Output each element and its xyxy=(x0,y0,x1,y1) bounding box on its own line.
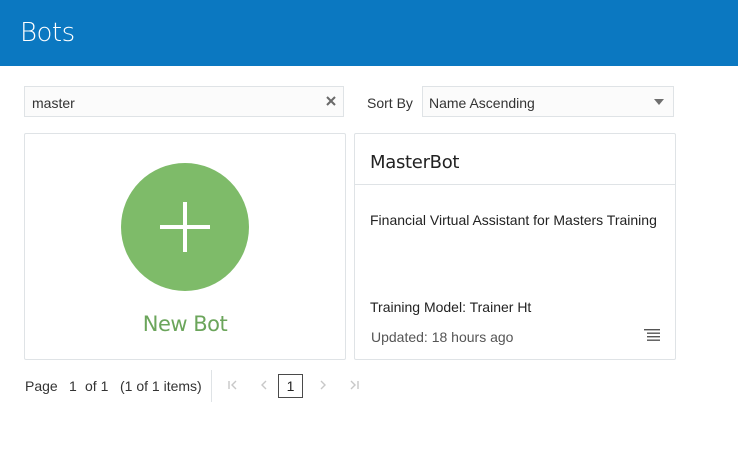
new-bot-card[interactable]: New Bot xyxy=(24,133,346,360)
page-count: of 1 xyxy=(85,378,109,394)
page-label: Page xyxy=(25,378,58,394)
bot-updated: Updated: 18 hours ago xyxy=(371,329,514,345)
current-page: 1 xyxy=(69,378,77,394)
card-divider xyxy=(355,184,675,185)
bot-card[interactable]: MasterBot Financial Virtual Assistant fo… xyxy=(354,133,676,360)
app-header: Bots xyxy=(0,0,738,66)
items-summary: (1 of 1 items) xyxy=(120,378,202,394)
page-button-1[interactable]: 1 xyxy=(278,374,303,398)
plus-icon[interactable] xyxy=(121,163,249,291)
close-icon[interactable] xyxy=(324,94,338,108)
bot-description: Financial Virtual Assistant for Masters … xyxy=(370,212,657,228)
page-title: Bots xyxy=(20,18,75,48)
new-bot-label: New Bot xyxy=(142,312,228,336)
search-field[interactable] xyxy=(24,86,344,118)
sort-by-select[interactable]: Name Ascending xyxy=(422,86,674,117)
bot-training-model: Training Model: Trainer Ht xyxy=(370,299,532,315)
pager-divider xyxy=(211,370,212,402)
search-input[interactable] xyxy=(30,87,324,118)
first-page-icon[interactable] xyxy=(227,379,239,391)
pagination: Page 1 of 1 (1 of 1 items) 1 xyxy=(0,370,738,404)
last-page-icon[interactable] xyxy=(348,379,360,391)
previous-page-icon[interactable] xyxy=(258,379,270,391)
sort-by-label: Sort By xyxy=(367,95,413,111)
chevron-down-icon xyxy=(654,99,664,105)
next-page-icon[interactable] xyxy=(317,379,329,391)
sort-by-value: Name Ascending xyxy=(429,95,535,111)
bot-name: MasterBot xyxy=(370,152,460,173)
list-menu-icon[interactable] xyxy=(644,328,660,342)
